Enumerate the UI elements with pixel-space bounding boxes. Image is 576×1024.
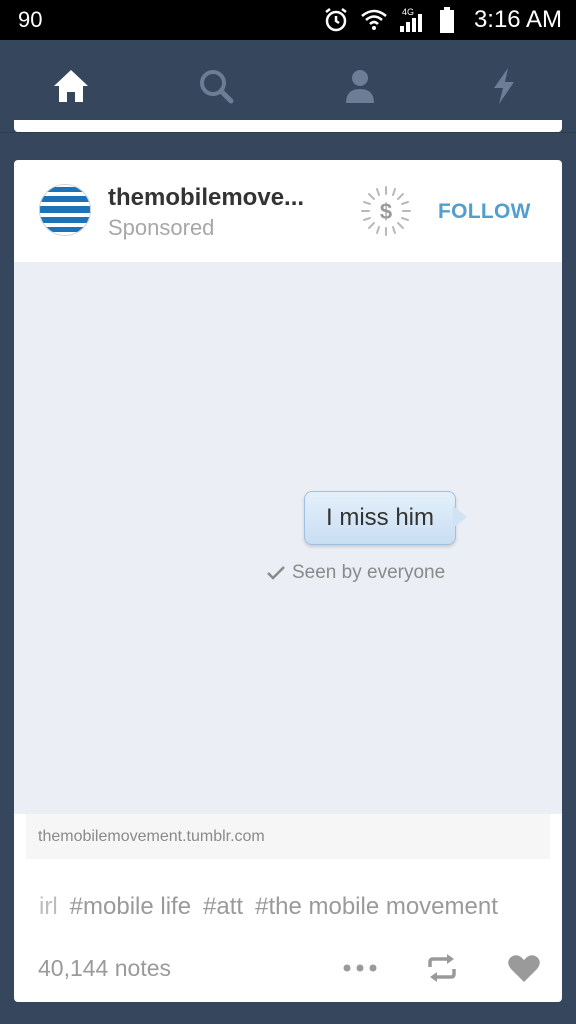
wifi-icon <box>361 9 387 30</box>
tag[interactable]: irl <box>39 893 58 921</box>
notes-count[interactable]: 40,144 notes <box>38 955 171 982</box>
svg-text:$: $ <box>380 199 392 224</box>
post-image[interactable]: I miss him Seen by everyone <box>14 262 562 814</box>
reblog-button[interactable] <box>424 950 460 986</box>
clock: 3:16 AM <box>473 6 562 33</box>
battery-level: 90 <box>18 7 43 32</box>
search-icon <box>200 70 234 104</box>
checkmark-icon <box>267 566 285 580</box>
tag[interactable]: #att <box>203 893 243 921</box>
like-button[interactable] <box>506 950 542 986</box>
source-link[interactable]: themobilemovement.tumblr.com <box>38 828 265 846</box>
post-header: themobilemove... Sponsored $ FOLLOW <box>14 160 562 262</box>
more-options-button[interactable] <box>342 950 378 986</box>
account-icon <box>346 70 374 103</box>
battery-icon <box>440 7 454 33</box>
follow-button[interactable]: FOLLOW <box>438 200 531 224</box>
post-card: themobilemove... Sponsored $ FOLLOW I mi… <box>14 160 562 1002</box>
source-bar[interactable]: themobilemovement.tumblr.com <box>26 814 550 859</box>
more-dots-icon <box>343 964 377 972</box>
sponsored-label: Sponsored <box>108 215 215 240</box>
heart-icon <box>508 955 540 982</box>
message-bubble: I miss him <box>304 491 456 545</box>
message-bubble-tail <box>453 506 467 528</box>
blog-name[interactable]: themobilemove... <box>108 184 304 212</box>
status-bar: 90 4G 3:16 AM <box>0 0 576 40</box>
tab-search[interactable] <box>196 64 236 108</box>
tag[interactable]: #mobile life <box>70 893 191 921</box>
avatar[interactable] <box>39 184 91 236</box>
previous-post-edge <box>14 120 562 132</box>
reblog-icon <box>428 954 456 982</box>
tag-list: irl #mobile life #att #the mobile moveme… <box>39 893 498 921</box>
tag[interactable]: #the mobile movement <box>255 893 498 921</box>
seen-status: Seen by everyone <box>266 562 445 584</box>
lightning-icon <box>494 68 514 104</box>
signal-icon: 4G <box>400 7 422 32</box>
post-footer: 40,144 notes <box>14 948 562 988</box>
network-label: 4G <box>402 7 414 17</box>
seen-text: Seen by everyone <box>292 562 446 583</box>
tab-account[interactable] <box>340 64 380 108</box>
message-text: I miss him <box>326 504 434 531</box>
alarm-icon <box>325 8 347 32</box>
tab-activity[interactable] <box>484 64 524 108</box>
status-icons: 4G <box>322 4 456 36</box>
tab-home[interactable] <box>51 64 91 108</box>
sponsored-dollar-icon[interactable]: $ <box>359 184 413 238</box>
home-icon <box>54 70 88 102</box>
